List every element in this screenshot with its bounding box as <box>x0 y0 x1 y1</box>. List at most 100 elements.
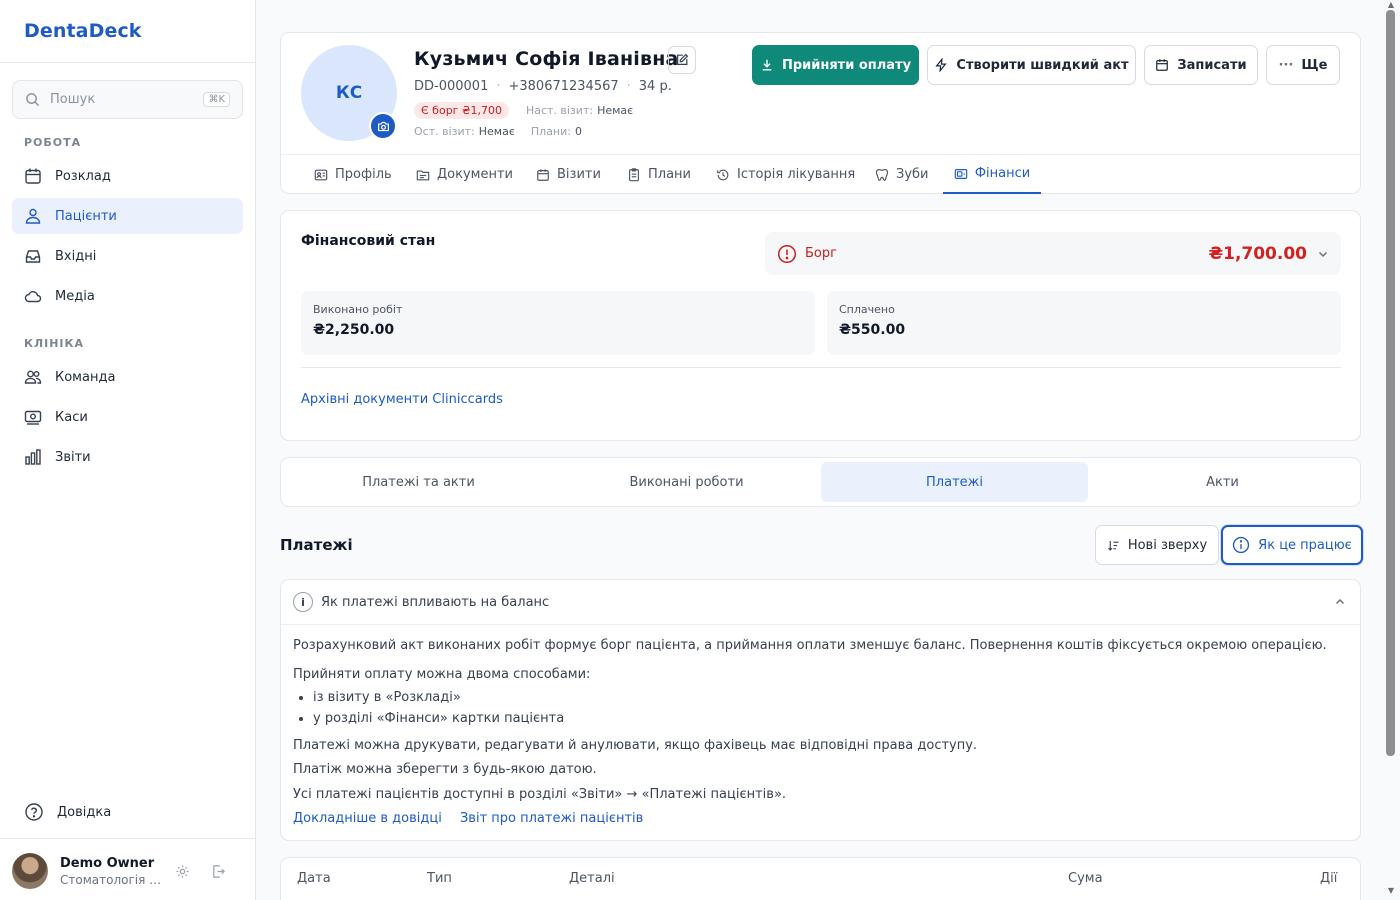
accept-payment-button[interactable]: Прийняти оплату <box>752 45 919 85</box>
how-it-works-button[interactable]: Як це працює <box>1221 525 1363 565</box>
archive-documents-link[interactable]: Архівні документи Cliniccards <box>301 392 503 407</box>
debt-amount: ₴1,700.00 <box>1208 243 1308 264</box>
tab-visits[interactable]: Візити <box>536 155 601 194</box>
help-docs-link[interactable]: Докладніше в довідці <box>293 811 442 826</box>
accept-payment-label: Прийняти оплату <box>781 57 912 73</box>
paid-label: Сплачено <box>839 303 895 316</box>
scroll-down-arrow[interactable]: ▼ <box>1386 886 1396 895</box>
calendar-icon <box>24 167 42 185</box>
help-label: Довідка <box>57 804 112 820</box>
sidebar-item-label: Медіа <box>55 288 95 304</box>
user-menu: Demo Owner Стоматологія П... <box>12 852 247 890</box>
column-header-date[interactable]: Дата <box>297 871 331 886</box>
inbox-icon <box>24 247 42 265</box>
search-icon <box>25 92 40 107</box>
search-shortcut: ⌘K <box>203 92 230 107</box>
quick-act-button[interactable]: Створити швидкий акт <box>927 45 1136 85</box>
chevron-down-icon <box>1317 248 1329 260</box>
search-input[interactable]: Пошук ⌘K <box>12 80 243 119</box>
tab-teeth[interactable]: Зуби <box>875 155 929 194</box>
scroll-up-arrow[interactable]: ▲ <box>1386 0 1396 9</box>
sidebar-item-patients[interactable]: Пацієнти <box>12 198 243 234</box>
list-item: із візиту в «Розкладі» <box>313 687 1353 708</box>
subtab-completed-works[interactable]: Виконані роботи <box>553 462 820 502</box>
info-list: із візиту в «Розкладі» у розділі «Фінанс… <box>313 687 1353 729</box>
patient-phone[interactable]: +380671234567 <box>508 79 618 94</box>
last-visit-value: Немає <box>478 125 515 138</box>
edit-patient-button[interactable] <box>668 46 696 74</box>
sidebar-item-media[interactable]: Медіа <box>12 278 243 314</box>
avatar[interactable] <box>12 853 48 889</box>
book-button[interactable]: Записати <box>1144 45 1258 85</box>
finance-icon <box>954 167 968 181</box>
sidebar-item-inbox[interactable]: Вхідні <box>12 238 243 274</box>
paid-value: ₴550.00 <box>839 322 906 338</box>
separator-dot: · <box>626 79 631 94</box>
sort-icon <box>1107 539 1120 552</box>
subtab-payments-and-acts[interactable]: Платежі та акти <box>285 462 552 502</box>
patient-age: 34 р. <box>638 79 672 94</box>
sidebar-item-cash[interactable]: Каси <box>12 399 243 435</box>
tab-label: Зуби <box>896 167 929 182</box>
patient-status-row: Є борг ₴1,700 Наст. візит: Немає <box>414 102 633 119</box>
column-header-type[interactable]: Тип <box>427 871 452 886</box>
subtab-payments[interactable]: Платежі <box>821 462 1088 502</box>
info-panel-header[interactable]: i Як платежі впливають на баланс <box>281 580 1360 625</box>
user-org: Стоматологія П... <box>60 872 164 887</box>
edit-icon <box>675 53 689 67</box>
payments-title: Платежі <box>280 536 353 554</box>
sidebar-item-help[interactable]: Довідка <box>24 802 111 822</box>
divider <box>0 62 255 63</box>
more-button[interactable]: ··· Ще <box>1266 45 1340 85</box>
settings-icon[interactable] <box>164 864 200 879</box>
info-paragraph: Усі платежі пацієнтів доступні в розділі… <box>293 787 787 802</box>
scrollbar-thumb[interactable] <box>1386 10 1395 756</box>
tab-label: Історія лікування <box>737 167 856 182</box>
tab-history[interactable]: Історія лікування <box>716 155 855 194</box>
debt-label: Борг <box>805 246 837 261</box>
chevron-up-icon[interactable] <box>1334 596 1346 608</box>
patient-id: DD-000001 <box>414 79 489 94</box>
tab-plans[interactable]: Плани <box>627 155 691 194</box>
plans-value: 0 <box>574 125 582 138</box>
sidebar-item-reports[interactable]: Звіти <box>12 439 243 475</box>
camera-icon[interactable] <box>369 112 397 140</box>
divider <box>301 367 1341 368</box>
visits-icon <box>536 168 550 182</box>
patient-name: Кузьмич Софія Іванівна <box>414 48 679 70</box>
sidebar-item-team[interactable]: Команда <box>12 359 243 395</box>
sidebar-item-label: Вхідні <box>55 248 97 264</box>
info-icon: i <box>293 592 313 612</box>
info-paragraph: Прийняти оплату можна двома способами: <box>293 667 591 682</box>
cash-icon <box>24 408 42 426</box>
more-label: Ще <box>1301 57 1328 73</box>
tab-label: Документи <box>437 167 513 182</box>
tab-profile[interactable]: Профіль <box>314 155 392 194</box>
plans-icon <box>627 167 641 182</box>
sidebar-item-label: Звіти <box>55 449 91 465</box>
finance-title: Фінансовий стан <box>301 233 436 249</box>
user-name: Demo Owner <box>60 855 155 871</box>
app-logo[interactable]: DentaDeck <box>24 20 142 42</box>
sidebar-item-label: Пацієнти <box>55 208 117 224</box>
column-header-amount[interactable]: Сума <box>1068 871 1103 886</box>
column-header-details: Деталі <box>569 871 615 886</box>
subtab-acts[interactable]: Акти <box>1089 462 1356 502</box>
info-icon <box>1232 536 1250 554</box>
debt-badge: Є борг ₴1,700 <box>414 102 509 119</box>
plans-label: Плани: <box>530 125 571 138</box>
reports-icon <box>24 448 42 466</box>
debt-summary[interactable]: Борг ₴1,700.00 <box>765 232 1341 275</box>
sidebar-item-schedule[interactable]: Розклад <box>12 158 243 194</box>
patient-meta: DD-000001 · +380671234567 · 34 р. <box>414 79 672 94</box>
tab-finance[interactable]: Фінанси <box>943 155 1041 194</box>
search-placeholder: Пошук <box>50 92 96 107</box>
logout-icon[interactable] <box>200 864 236 879</box>
finance-summary: Фінансовий стан Борг ₴1,700.00 Виконано … <box>280 210 1361 441</box>
profile-icon <box>314 168 328 182</box>
payments-report-link[interactable]: Звіт про платежі пацієнтів <box>460 811 643 826</box>
works-done-label: Виконано робіт <box>313 303 403 316</box>
tab-documents[interactable]: Документи <box>416 155 513 194</box>
works-done-value: ₴2,250.00 <box>313 322 395 338</box>
sort-button[interactable]: Нові зверху <box>1095 525 1219 565</box>
